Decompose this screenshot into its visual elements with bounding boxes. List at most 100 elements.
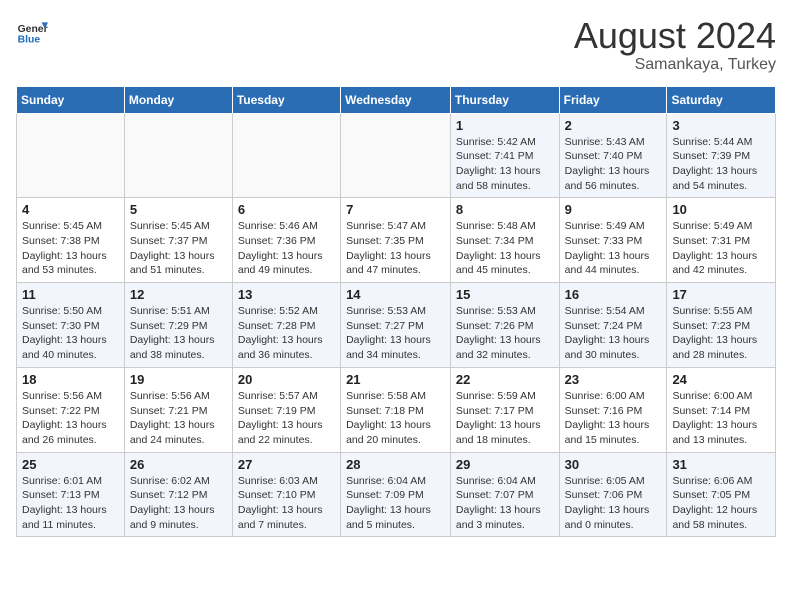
- day-number: 2: [565, 118, 662, 133]
- day-info: Sunrise: 5:56 AMSunset: 7:22 PMDaylight:…: [22, 389, 119, 448]
- calendar-cell: 29Sunrise: 6:04 AMSunset: 7:07 PMDayligh…: [450, 452, 559, 537]
- calendar-cell: 30 Sunrise: 6:05 AMSunset: 7:06 PMDayligh…: [559, 452, 667, 537]
- calendar-cell: 7Sunrise: 5:47 AMSunset: 7:35 PMDaylight…: [341, 198, 451, 283]
- day-info: Sunrise: 5:49 AMSunset: 7:33 PMDaylight:…: [565, 219, 662, 278]
- calendar-cell: 17Sunrise: 5:55 AMSunset: 7:23 PMDayligh…: [667, 283, 776, 368]
- page-header: General Blue August 2024 Samankaya, Turk…: [16, 16, 776, 74]
- day-info: Sunrise: 5:56 AMSunset: 7:21 PMDaylight:…: [130, 389, 227, 448]
- calendar-cell: 15Sunrise: 5:53 AMSunset: 7:26 PMDayligh…: [450, 283, 559, 368]
- calendar-cell: 4 Sunrise: 5:45 AMSunset: 7:38 PMDaylight…: [17, 198, 125, 283]
- title-block: August 2024 Samankaya, Turkey: [574, 16, 776, 74]
- day-number: 11: [22, 287, 119, 302]
- header-cell-friday: Friday: [559, 86, 667, 113]
- calendar-week-row: 11 Sunrise: 5:50 AMSunset: 7:30 PMDayligh…: [17, 283, 776, 368]
- day-number: 4: [22, 202, 119, 217]
- calendar-cell: 26 Sunrise: 6:02 AMSunset: 7:12 PMDayligh…: [124, 452, 232, 537]
- calendar-cell: 19 Sunrise: 5:56 AMSunset: 7:21 PMDayligh…: [124, 367, 232, 452]
- day-info: Sunrise: 5:52 AMSunset: 7:28 PMDaylight:…: [238, 304, 335, 363]
- day-info: Sunrise: 5:42 AMSunset: 7:41 PMDaylight:…: [456, 135, 554, 194]
- day-number: 31: [672, 457, 770, 472]
- calendar-cell: 5Sunrise: 5:45 AMSunset: 7:37 PMDaylight…: [124, 198, 232, 283]
- calendar-week-row: 1 Sunrise: 5:42 AMSunset: 7:41 PMDaylight…: [17, 113, 776, 198]
- calendar-cell: [124, 113, 232, 198]
- day-number: 22: [456, 372, 554, 387]
- calendar-cell: 9 Sunrise: 5:49 AMSunset: 7:33 PMDaylight…: [559, 198, 667, 283]
- calendar-cell: 20 Sunrise: 5:57 AMSunset: 7:19 PMDayligh…: [232, 367, 340, 452]
- header-cell-wednesday: Wednesday: [341, 86, 451, 113]
- logo: General Blue: [16, 16, 48, 48]
- day-number: 16: [565, 287, 662, 302]
- day-info: Sunrise: 5:53 AMSunset: 7:27 PMDaylight:…: [346, 304, 445, 363]
- header-cell-thursday: Thursday: [450, 86, 559, 113]
- day-number: 6: [238, 202, 335, 217]
- day-number: 1: [456, 118, 554, 133]
- calendar-cell: 22 Sunrise: 5:59 AMSunset: 7:17 PMDayligh…: [450, 367, 559, 452]
- day-number: 29: [456, 457, 554, 472]
- day-info: Sunrise: 5:45 AMSunset: 7:37 PMDaylight:…: [130, 219, 227, 278]
- calendar-cell: 14 Sunrise: 5:53 AMSunset: 7:27 PMDayligh…: [341, 283, 451, 368]
- day-number: 19: [130, 372, 227, 387]
- day-number: 14: [346, 287, 445, 302]
- day-number: 26: [130, 457, 227, 472]
- calendar-cell: 13 Sunrise: 5:52 AMSunset: 7:28 PMDayligh…: [232, 283, 340, 368]
- day-info: Sunrise: 5:46 AMSunset: 7:36 PMDaylight:…: [238, 219, 335, 278]
- header-cell-tuesday: Tuesday: [232, 86, 340, 113]
- day-info: Sunrise: 5:47 AMSunset: 7:35 PMDaylight:…: [346, 219, 445, 278]
- day-info: Sunrise: 6:03 AMSunset: 7:10 PMDaylight:…: [238, 474, 335, 533]
- day-number: 3: [672, 118, 770, 133]
- calendar-cell: 6 Sunrise: 5:46 AMSunset: 7:36 PMDaylight…: [232, 198, 340, 283]
- day-info: Sunrise: 5:59 AMSunset: 7:17 PMDaylight:…: [456, 389, 554, 448]
- header-cell-monday: Monday: [124, 86, 232, 113]
- day-info: Sunrise: 5:45 AMSunset: 7:38 PMDaylight:…: [22, 219, 119, 278]
- day-number: 13: [238, 287, 335, 302]
- day-number: 9: [565, 202, 662, 217]
- header-cell-sunday: Sunday: [17, 86, 125, 113]
- day-info: Sunrise: 6:06 AMSunset: 7:05 PMDaylight:…: [672, 474, 770, 533]
- calendar-cell: [232, 113, 340, 198]
- day-info: Sunrise: 5:54 AMSunset: 7:24 PMDaylight:…: [565, 304, 662, 363]
- calendar-cell: 12Sunrise: 5:51 AMSunset: 7:29 PMDayligh…: [124, 283, 232, 368]
- calendar-cell: 31 Sunrise: 6:06 AMSunset: 7:05 PMDayligh…: [667, 452, 776, 537]
- calendar-week-row: 18Sunrise: 5:56 AMSunset: 7:22 PMDayligh…: [17, 367, 776, 452]
- calendar-week-row: 4 Sunrise: 5:45 AMSunset: 7:38 PMDaylight…: [17, 198, 776, 283]
- header-cell-saturday: Saturday: [667, 86, 776, 113]
- day-info: Sunrise: 5:44 AMSunset: 7:39 PMDaylight:…: [672, 135, 770, 194]
- day-info: Sunrise: 5:51 AMSunset: 7:29 PMDaylight:…: [130, 304, 227, 363]
- day-number: 30: [565, 457, 662, 472]
- day-info: Sunrise: 5:50 AMSunset: 7:30 PMDaylight:…: [22, 304, 119, 363]
- calendar-cell: [341, 113, 451, 198]
- calendar-cell: 10 Sunrise: 5:49 AMSunset: 7:31 PMDayligh…: [667, 198, 776, 283]
- day-info: Sunrise: 5:49 AMSunset: 7:31 PMDaylight:…: [672, 219, 770, 278]
- svg-text:Blue: Blue: [18, 34, 41, 45]
- month-year: August 2024: [574, 16, 776, 56]
- day-info: Sunrise: 6:04 AMSunset: 7:09 PMDaylight:…: [346, 474, 445, 533]
- calendar-cell: [17, 113, 125, 198]
- day-info: Sunrise: 5:57 AMSunset: 7:19 PMDaylight:…: [238, 389, 335, 448]
- calendar-cell: 27 Sunrise: 6:03 AMSunset: 7:10 PMDayligh…: [232, 452, 340, 537]
- day-number: 20: [238, 372, 335, 387]
- day-number: 25: [22, 457, 119, 472]
- day-info: Sunrise: 6:01 AMSunset: 7:13 PMDaylight:…: [22, 474, 119, 533]
- day-info: Sunrise: 6:02 AMSunset: 7:12 PMDaylight:…: [130, 474, 227, 533]
- day-info: Sunrise: 6:05 AMSunset: 7:06 PMDaylight:…: [565, 474, 662, 533]
- day-number: 8: [456, 202, 554, 217]
- day-info: Sunrise: 5:58 AMSunset: 7:18 PMDaylight:…: [346, 389, 445, 448]
- calendar-cell: 1 Sunrise: 5:42 AMSunset: 7:41 PMDaylight…: [450, 113, 559, 198]
- calendar-cell: 21Sunrise: 5:58 AMSunset: 7:18 PMDayligh…: [341, 367, 451, 452]
- day-number: 17: [672, 287, 770, 302]
- calendar-cell: 11 Sunrise: 5:50 AMSunset: 7:30 PMDayligh…: [17, 283, 125, 368]
- day-info: Sunrise: 6:00 AMSunset: 7:14 PMDaylight:…: [672, 389, 770, 448]
- day-number: 15: [456, 287, 554, 302]
- calendar-body: 1 Sunrise: 5:42 AMSunset: 7:41 PMDaylight…: [17, 113, 776, 537]
- day-number: 10: [672, 202, 770, 217]
- calendar-cell: 23 Sunrise: 6:00 AMSunset: 7:16 PMDayligh…: [559, 367, 667, 452]
- day-info: Sunrise: 6:00 AMSunset: 7:16 PMDaylight:…: [565, 389, 662, 448]
- calendar-cell: 8Sunrise: 5:48 AMSunset: 7:34 PMDaylight…: [450, 198, 559, 283]
- day-number: 24: [672, 372, 770, 387]
- calendar-cell: 2Sunrise: 5:43 AMSunset: 7:40 PMDaylight…: [559, 113, 667, 198]
- day-number: 23: [565, 372, 662, 387]
- calendar-cell: 3 Sunrise: 5:44 AMSunset: 7:39 PMDaylight…: [667, 113, 776, 198]
- calendar-table: SundayMondayTuesdayWednesdayThursdayFrid…: [16, 86, 776, 538]
- day-number: 27: [238, 457, 335, 472]
- calendar-cell: 28Sunrise: 6:04 AMSunset: 7:09 PMDayligh…: [341, 452, 451, 537]
